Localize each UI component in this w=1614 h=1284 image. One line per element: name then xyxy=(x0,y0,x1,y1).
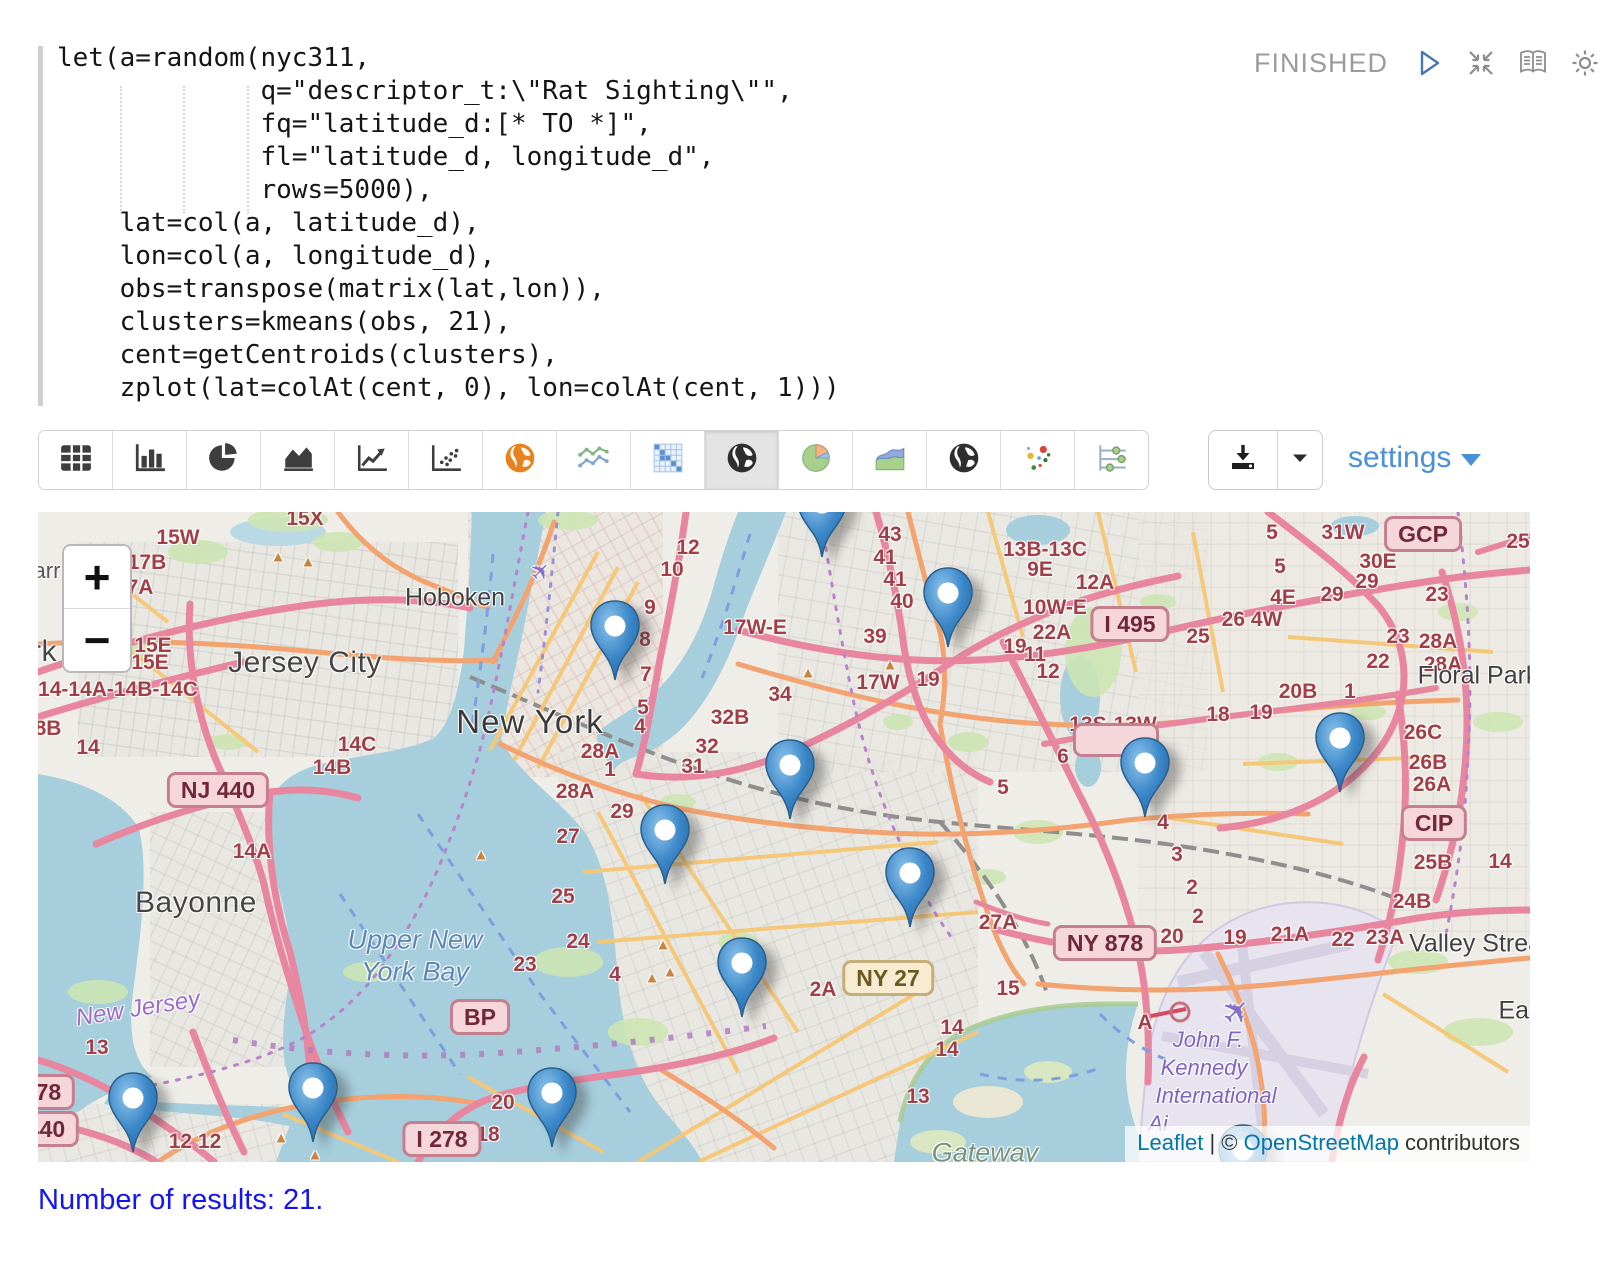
scatter-colored-icon xyxy=(1021,441,1055,480)
sliders-icon xyxy=(1095,442,1129,479)
table-icon xyxy=(59,442,93,479)
parallel-sliders-button[interactable] xyxy=(1075,431,1148,489)
status-badge: FINISHED xyxy=(1254,48,1388,79)
zoom-control: + − xyxy=(62,544,132,673)
heatmap-grid-button[interactable] xyxy=(631,431,705,489)
map-marker-pin[interactable] xyxy=(715,936,769,1020)
map-marker-pin[interactable] xyxy=(638,803,692,887)
scatter-icon xyxy=(429,442,463,479)
map-marker-pin[interactable] xyxy=(763,738,817,822)
pie-icon xyxy=(207,442,241,479)
attribution-separator: | xyxy=(1203,1130,1221,1155)
download-button[interactable] xyxy=(1209,431,1278,489)
map-marker-pin[interactable] xyxy=(795,512,849,560)
pie-chart-button[interactable] xyxy=(187,431,261,489)
collapse-icon[interactable] xyxy=(1464,46,1498,80)
colored-scatter-button[interactable] xyxy=(1001,431,1075,489)
download-caret-button[interactable] xyxy=(1278,431,1322,489)
attribution-copyright: © xyxy=(1221,1130,1243,1155)
show-editor-icon[interactable] xyxy=(1516,46,1550,80)
caret-down-icon xyxy=(1288,446,1312,475)
map-marker-pin[interactable] xyxy=(525,1066,579,1150)
paragraph-header: FINISHED xyxy=(1254,46,1602,80)
globe-dark-icon xyxy=(947,441,981,480)
settings-toggle[interactable]: settings xyxy=(1348,441,1481,475)
leaflet-map-button[interactable] xyxy=(705,431,779,489)
line-chart-button[interactable] xyxy=(335,431,409,489)
map-markers-layer xyxy=(38,512,1530,1162)
map[interactable]: 15X15W17B7A15E15E14-14A-14B-14C8B1414C14… xyxy=(38,512,1530,1162)
code-text[interactable]: let(a=random(nyc311, q="descriptor_t:\"R… xyxy=(57,42,840,405)
area-chart-button[interactable] xyxy=(261,431,335,489)
settings-label: settings xyxy=(1348,441,1451,475)
paragraph-settings-icon[interactable] xyxy=(1568,46,1602,80)
code-editor[interactable]: let(a=random(nyc311, q="descriptor_t:\"R… xyxy=(38,40,1178,418)
bar-chart-button[interactable] xyxy=(113,431,187,489)
colored-pie-chart-button[interactable] xyxy=(779,431,853,489)
globe-dark-icon xyxy=(725,441,759,480)
globe-map-2-button[interactable] xyxy=(927,431,1001,489)
openstreetmap-link[interactable]: OpenStreetMap xyxy=(1244,1130,1399,1155)
globe-map-button[interactable] xyxy=(483,431,557,489)
map-attribution: Leaflet | © OpenStreetMap contributors xyxy=(1125,1126,1530,1162)
map-marker-pin[interactable] xyxy=(588,599,642,683)
line-icon xyxy=(355,442,389,479)
multi-line-chart-button[interactable] xyxy=(557,431,631,489)
zoom-out-button[interactable]: − xyxy=(64,609,130,671)
table-button[interactable] xyxy=(39,431,113,489)
run-icon[interactable] xyxy=(1412,46,1446,80)
heatgrid-icon xyxy=(651,441,685,480)
leaflet-link[interactable]: Leaflet xyxy=(1137,1130,1203,1155)
zoom-in-button[interactable]: + xyxy=(64,546,130,609)
attribution-suffix: contributors xyxy=(1399,1130,1520,1155)
download-icon xyxy=(1227,442,1259,479)
map-marker-pin[interactable] xyxy=(921,566,975,650)
map-marker-pin[interactable] xyxy=(286,1061,340,1145)
bar-icon xyxy=(133,442,167,479)
chevron-down-icon xyxy=(1461,454,1481,466)
viz-toolbar xyxy=(38,430,1149,490)
download-split-button xyxy=(1208,430,1323,490)
globe-orange-icon xyxy=(503,441,537,480)
pie-colored-icon xyxy=(799,441,833,480)
map-marker-pin[interactable] xyxy=(1118,736,1172,820)
scatter-chart-button[interactable] xyxy=(409,431,483,489)
area-icon xyxy=(281,442,315,479)
area-colored-icon xyxy=(873,442,907,479)
paragraph-gutter xyxy=(38,46,43,406)
map-marker-pin[interactable] xyxy=(883,846,937,930)
multiline-icon xyxy=(577,442,611,479)
result-count-text: Number of results: 21. xyxy=(38,1184,323,1217)
map-marker-pin[interactable] xyxy=(1313,711,1367,795)
map-marker-pin[interactable] xyxy=(106,1071,160,1155)
colored-area-chart-button[interactable] xyxy=(853,431,927,489)
